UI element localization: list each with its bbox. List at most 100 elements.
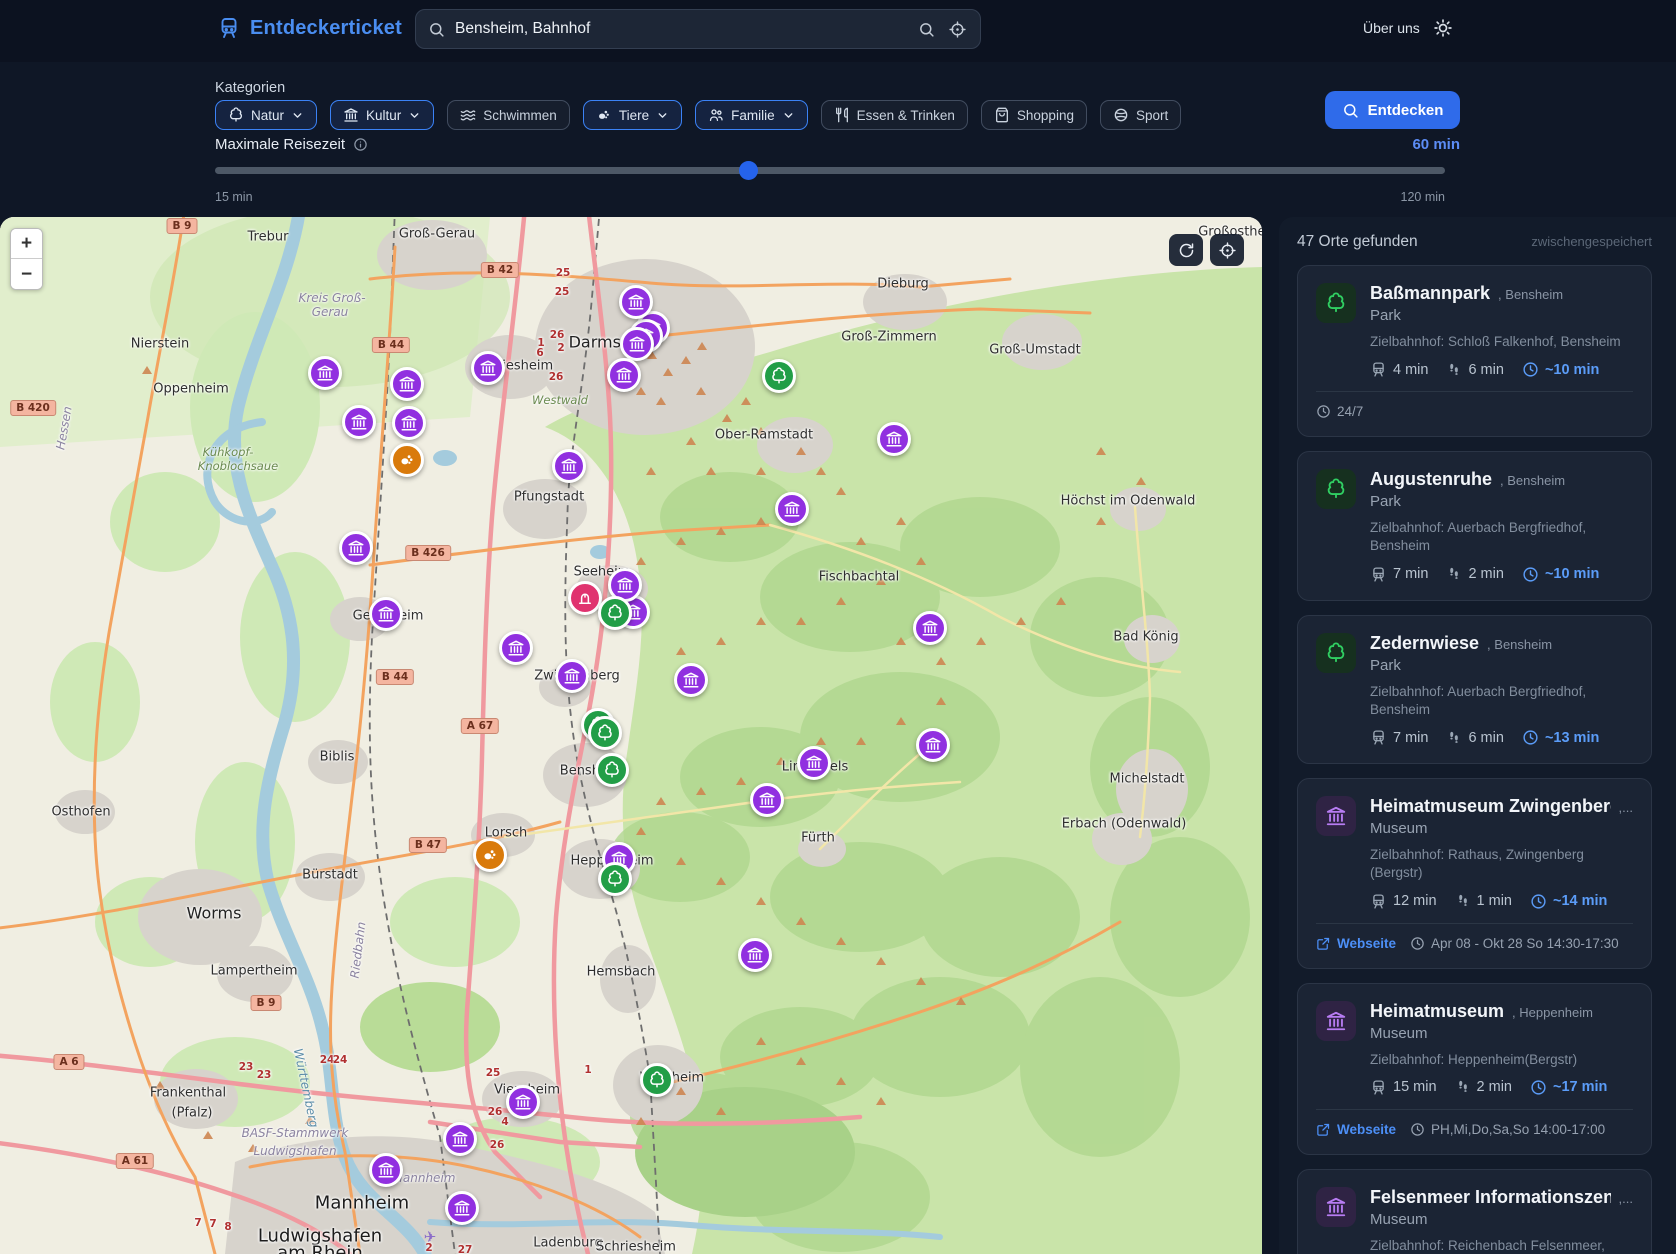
slider-thumb[interactable] [738, 161, 758, 180]
museum-marker[interactable] [916, 728, 950, 762]
total-time: ~17 min [1530, 1079, 1607, 1096]
travel-time-slider[interactable] [215, 161, 1445, 180]
museum-marker[interactable] [775, 492, 809, 526]
category-tile [1316, 1000, 1356, 1041]
result-card[interactable]: Augustenruhe , Bensheim Park Zielbahnhof… [1297, 451, 1652, 601]
museum-marker-icon [453, 1199, 471, 1217]
train-time: 12 min [1370, 893, 1437, 910]
category-chip-kultur[interactable]: Kultur [330, 100, 435, 130]
museum-marker[interactable] [750, 783, 784, 817]
result-card[interactable]: Baßmannpark , Bensheim Park Zielbahnhof:… [1297, 265, 1652, 438]
map-locate-button[interactable] [1210, 234, 1244, 266]
result-card[interactable]: Heimatmuseum Zwingenberg ,... Museum Zie… [1297, 778, 1652, 969]
place-name: Augustenruhe [1370, 469, 1493, 490]
search-bar[interactable]: Bensheim, Bahnhof [415, 9, 981, 49]
museum-marker[interactable] [913, 611, 947, 645]
museum-marker-icon [316, 364, 334, 382]
train-icon [1370, 1079, 1387, 1096]
place-category: Museum [1370, 1210, 1428, 1228]
result-card[interactable]: Felsenmeer Informationszentrum ,... Muse… [1297, 1168, 1652, 1254]
search-submit-button[interactable] [916, 19, 937, 40]
animal-marker[interactable] [473, 838, 507, 872]
website-link[interactable]: Webseite [1316, 936, 1396, 951]
museum-marker[interactable] [499, 631, 533, 665]
museum-marker[interactable] [797, 746, 831, 780]
museum-marker[interactable] [620, 327, 654, 361]
category-chip-familie[interactable]: Familie [695, 100, 808, 130]
museum-marker[interactable] [392, 406, 426, 440]
target-station: Zielbahnhof: Reichenbach Felsenmeer, Lau… [1370, 1237, 1605, 1253]
map-refresh-button[interactable] [1169, 234, 1203, 266]
result-card[interactable]: Heimatmuseum , Heppenheim Museum Zielbah… [1297, 982, 1652, 1155]
place-city: ,... [1618, 800, 1633, 816]
footprints-icon [1446, 566, 1462, 582]
museum-marker[interactable] [619, 285, 653, 319]
park-marker[interactable] [762, 359, 796, 393]
result-card[interactable]: Zedernwiese , Bensheim Park Zielbahnhof:… [1297, 614, 1652, 765]
museum-marker[interactable] [342, 405, 376, 439]
museum-marker[interactable] [339, 531, 373, 565]
museum-marker[interactable] [738, 938, 772, 972]
map[interactable]: TreburGroß-GerauGroßostheimNiersteinOppe… [0, 217, 1262, 1254]
museum-marker[interactable] [471, 351, 505, 385]
search-input[interactable]: Bensheim, Bahnhof [455, 20, 906, 38]
zoom-out-button[interactable]: − [11, 259, 42, 289]
train-icon [1370, 361, 1387, 378]
discover-button-label: Entdecken [1367, 101, 1444, 119]
category-chip-shopping[interactable]: Shopping [980, 100, 1087, 130]
bag-icon [994, 107, 1010, 123]
refresh-icon [1178, 242, 1195, 259]
museum-marker[interactable] [369, 597, 403, 631]
info-icon[interactable] [353, 137, 368, 152]
museum-icon [1325, 805, 1347, 827]
top-bar: Entdeckerticket Bensheim, Bahnhof Über u… [0, 0, 1676, 62]
place-category: Park [1370, 307, 1401, 324]
park-marker[interactable] [595, 753, 629, 787]
museum-marker[interactable] [555, 659, 589, 693]
place-category: Museum [1370, 820, 1428, 838]
category-chip-sport[interactable]: Sport [1099, 100, 1182, 130]
external-link-icon [1316, 936, 1331, 951]
discover-button[interactable]: Entdecken [1325, 91, 1460, 129]
museum-marker[interactable] [877, 422, 911, 456]
footprints-icon [1446, 362, 1462, 378]
park-marker[interactable] [598, 862, 632, 896]
museum-marker[interactable] [607, 358, 641, 392]
locate-me-button[interactable] [947, 19, 968, 40]
website-link[interactable]: Webseite [1316, 1122, 1396, 1137]
place-category: Museum [1370, 1024, 1428, 1042]
about-link[interactable]: Über uns [1363, 20, 1420, 36]
total-time: ~13 min [1522, 729, 1599, 746]
walk-time: 1 min [1455, 893, 1512, 909]
park-marker[interactable] [598, 596, 632, 630]
target-station: Zielbahnhof: Auerbach Bergfriedhof, Bens… [1370, 520, 1587, 554]
clock-icon [1522, 729, 1539, 746]
museum-marker[interactable] [390, 367, 424, 401]
monument-marker[interactable] [568, 581, 602, 615]
animal-marker[interactable] [390, 443, 424, 477]
food-icon [834, 107, 850, 123]
museum-marker[interactable] [308, 356, 342, 390]
museum-marker[interactable] [506, 1085, 540, 1119]
museum-marker-icon [627, 293, 645, 311]
category-chip-schwimmen[interactable]: Schwimmen [447, 100, 570, 130]
categories-label: Kategorien [215, 80, 286, 96]
museum-marker[interactable] [443, 1122, 477, 1156]
category-chip-natur[interactable]: Natur [215, 100, 318, 130]
museum-marker[interactable] [552, 449, 586, 483]
app-logo[interactable]: Entdeckerticket [217, 16, 402, 40]
park-marker[interactable] [588, 716, 622, 750]
chip-label: Shopping [1016, 107, 1074, 123]
museum-marker-icon [350, 413, 368, 431]
category-chip-tiere[interactable]: Tiere [582, 100, 683, 130]
landmark-icon [343, 107, 359, 123]
museum-marker[interactable] [445, 1191, 479, 1225]
place-name: Zedernwiese [1370, 632, 1480, 653]
zoom-in-button[interactable]: + [11, 229, 42, 259]
park-marker[interactable] [640, 1063, 674, 1097]
museum-marker[interactable] [369, 1153, 403, 1187]
footprints-icon [1446, 730, 1462, 746]
category-chip-essen-trinken[interactable]: Essen & Trinken [820, 100, 968, 130]
museum-marker[interactable] [674, 663, 708, 697]
theme-toggle-button[interactable] [1431, 16, 1455, 40]
